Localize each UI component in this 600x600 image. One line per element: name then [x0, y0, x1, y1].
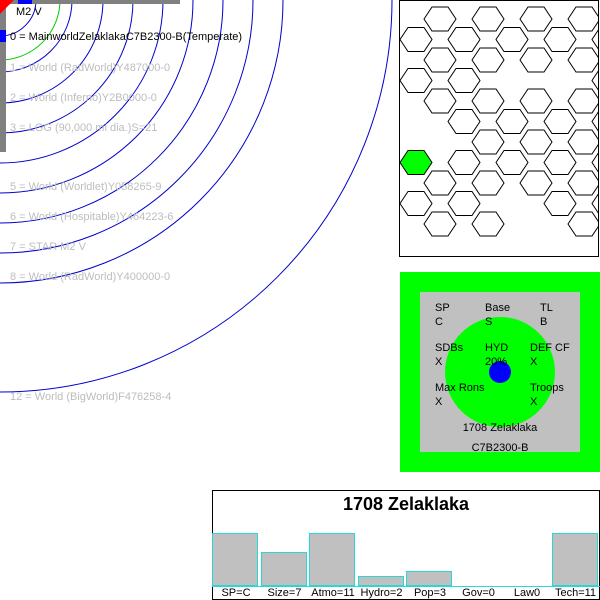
- hex-cell[interactable]: [567, 88, 599, 114]
- hex-cell[interactable]: [591, 69, 599, 93]
- zone-scale-blue-top: [18, 0, 32, 4]
- hex-cell[interactable]: [519, 170, 553, 196]
- star-icon: [0, 0, 14, 14]
- def-value: X: [530, 356, 538, 368]
- stat-bar-label: Gov=0: [462, 587, 495, 599]
- hyd-label: HYD: [485, 342, 509, 354]
- zone-scale-bar-left: [0, 0, 6, 152]
- hex-cell[interactable]: [471, 6, 505, 32]
- orbit-label-1[interactable]: 1 = World (RadWorld)Y487000-0: [10, 62, 170, 74]
- orbit-label-mainworld[interactable]: 0 = MainworldZelaklakaC7B2300-B(Temperat…: [10, 31, 242, 43]
- hex-cell[interactable]: [423, 170, 457, 196]
- orbit-label-3[interactable]: 3 = LGG (90,000 mi dia.)S=21: [10, 122, 157, 134]
- world-uwp: C7B2300-B: [471, 442, 529, 454]
- hex-cell[interactable]: [423, 6, 457, 32]
- zone-scale-blue: [0, 30, 6, 42]
- orbit-label-7[interactable]: 7 = STAR M2 V: [10, 241, 86, 253]
- hex-cell[interactable]: [543, 191, 577, 216]
- hex-cell[interactable]: [543, 109, 577, 134]
- hex-cell-selected[interactable]: [400, 150, 433, 175]
- world-card: SP C Base S TL B SDBs X HYD 20% DEF CF X…: [400, 272, 600, 472]
- hex-cell[interactable]: [519, 129, 553, 155]
- stat-bar-label: SP=C: [221, 587, 251, 599]
- sp-value: C: [435, 316, 443, 328]
- hex-cell[interactable]: [447, 191, 481, 216]
- world-card-inner: SP C Base S TL B SDBs X HYD 20% DEF CF X…: [420, 292, 580, 454]
- stat-bar: [357, 576, 404, 586]
- hex-cell[interactable]: [543, 150, 577, 175]
- orbit-rings: [0, 0, 393, 393]
- hex-cell[interactable]: [471, 47, 505, 73]
- stat-bar: [212, 533, 258, 586]
- hex-cell[interactable]: [567, 170, 599, 196]
- star-label: M2 V: [16, 6, 42, 18]
- hex-cell[interactable]: [471, 129, 505, 155]
- sp-label: SP: [435, 302, 450, 314]
- maxrons-value: X: [435, 396, 443, 408]
- stat-bar: [260, 552, 307, 586]
- hex-cell[interactable]: [591, 151, 599, 175]
- tl-value: B: [540, 316, 548, 328]
- hex-cell[interactable]: [543, 27, 577, 52]
- hex-cell[interactable]: [447, 150, 481, 175]
- orbit-ring: [0, 0, 164, 164]
- stats-title: 1708 Zelaklaka: [342, 494, 470, 514]
- orbit-label-6[interactable]: 6 = World (Hospitable)Y464223-6: [10, 211, 173, 223]
- stats-baseline: [212, 586, 600, 587]
- stat-bar-label: Pop=3: [413, 587, 447, 599]
- tl-label: TL: [540, 302, 553, 314]
- hex-cell[interactable]: [423, 88, 457, 114]
- stat-bar-label: Hydro=2: [360, 587, 403, 599]
- hex-cell[interactable]: [591, 28, 599, 52]
- hex-cell[interactable]: [400, 68, 433, 93]
- hex-cell[interactable]: [471, 211, 505, 237]
- hex-cell[interactable]: [471, 170, 505, 196]
- hex-cell[interactable]: [591, 110, 599, 134]
- orbit-label-2[interactable]: 2 = World (Inferno)Y2B0000-0: [10, 92, 157, 104]
- hex-cell[interactable]: [495, 150, 529, 175]
- hex-cell[interactable]: [471, 88, 505, 114]
- orbit-ring: [0, 0, 393, 393]
- hex-cell[interactable]: [495, 27, 529, 52]
- hyd-value: 20%: [485, 356, 508, 368]
- hex-cell[interactable]: [591, 192, 599, 216]
- hex-cell[interactable]: [400, 191, 433, 216]
- stat-bar-label: Tech=11: [554, 587, 597, 599]
- hex-cell[interactable]: [400, 27, 433, 52]
- subsector-hex-map[interactable]: [399, 0, 599, 257]
- orbit-label-12[interactable]: 12 = World (BigWorld)F476258-4: [10, 391, 171, 403]
- sdbs-value: X: [435, 356, 443, 368]
- base-value: S: [485, 316, 493, 328]
- troops-value: X: [530, 396, 538, 408]
- stat-bar-label: Size=7: [267, 587, 302, 599]
- hex-cell[interactable]: [519, 88, 553, 114]
- stat-bar: [406, 571, 452, 586]
- hex-grid[interactable]: [400, 1, 599, 257]
- troops-label: Troops: [530, 382, 564, 394]
- hex-cell[interactable]: [567, 129, 599, 155]
- hex-cell[interactable]: [519, 47, 553, 73]
- hex-cell[interactable]: [447, 109, 481, 134]
- hex-cell[interactable]: [567, 6, 599, 32]
- hex-cell[interactable]: [567, 47, 599, 73]
- stat-bar-label: Law0: [513, 587, 541, 599]
- stat-bar: [551, 533, 598, 586]
- orbit-label-5[interactable]: 5 = World (Worldlet)Y058265-9: [10, 181, 162, 193]
- stat-bar: [309, 533, 355, 586]
- hex-cell[interactable]: [519, 6, 553, 32]
- stat-bar-label: Atmo=11: [311, 587, 355, 599]
- maxrons-label: Max Rons: [435, 382, 485, 394]
- world-name: 1708 Zelaklaka: [462, 422, 538, 434]
- hex-cell[interactable]: [447, 27, 481, 52]
- sdbs-label: SDBs: [435, 342, 464, 354]
- hex-cell[interactable]: [423, 47, 457, 73]
- hex-cell[interactable]: [567, 211, 599, 237]
- def-label: DEF CF: [530, 342, 570, 354]
- base-label: Base: [485, 302, 511, 314]
- orbit-label-8[interactable]: 8 = World (RadWorld)Y400000-0: [10, 271, 170, 283]
- hex-cell[interactable]: [495, 109, 529, 134]
- hex-cell[interactable]: [447, 68, 481, 93]
- hex-cell[interactable]: [423, 211, 457, 237]
